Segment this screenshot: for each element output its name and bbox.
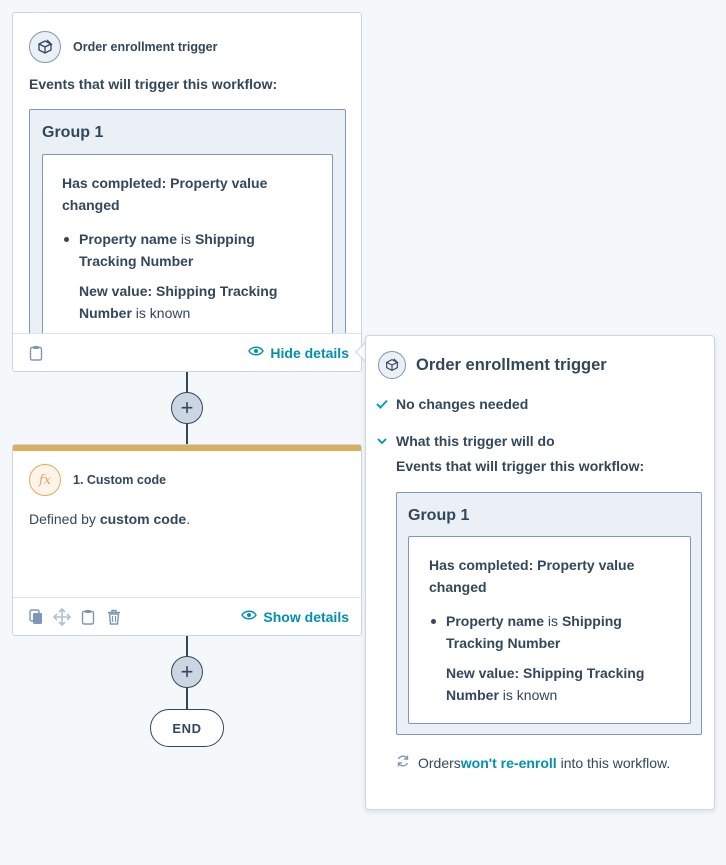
custom-code-card[interactable]: fx 1. Custom code Defined by custom code… [12, 444, 362, 636]
order-box-icon [29, 31, 61, 63]
section-toggle[interactable]: What this trigger will do [376, 433, 555, 449]
code-card-description: Defined by custom code. [29, 511, 191, 527]
group-title: Group 1 [408, 507, 470, 524]
clipboard-icon[interactable] [27, 344, 45, 362]
popover-title: Order enrollment trigger [416, 355, 607, 374]
hide-details-label: Hide details [270, 344, 349, 361]
reenroll-suffix: into this workflow. [556, 754, 671, 771]
add-action-button[interactable]: + [171, 392, 203, 424]
filter-new-value: New value: Shipping Tracking Number is k… [446, 665, 645, 703]
section-label: What this trigger will do [396, 433, 555, 449]
status-row: No changes needed [376, 396, 528, 412]
reenroll-prefix: Orders [418, 754, 461, 771]
trigger-group: Group 1 Has completed: Property value ch… [29, 109, 346, 371]
bullet-dot [431, 619, 436, 624]
status-text: No changes needed [396, 396, 529, 412]
show-details-label: Show details [263, 608, 349, 625]
filter-heading: Has completed: Property value changed [429, 557, 635, 595]
popover-header: Order enrollment trigger [378, 351, 607, 379]
enrollment-trigger-card[interactable]: Order enrollment trigger Events that wil… [12, 12, 362, 372]
eye-icon [241, 608, 258, 626]
check-icon [376, 396, 388, 412]
filter-box: Has completed: Property value changed Pr… [408, 536, 691, 724]
code-card-footer: Show details [13, 597, 361, 635]
clipboard-icon[interactable] [79, 608, 97, 626]
reenroll-note: Orders won't re-enroll into this workflo… [396, 754, 670, 771]
move-icon[interactable] [53, 607, 71, 626]
group-title: Group 1 [42, 124, 104, 141]
bullet-dot [64, 237, 69, 242]
hide-details-button[interactable]: Hide details [248, 344, 349, 362]
refresh-icon [396, 754, 410, 771]
filter-condition: Property name is Shipping Tracking Numbe… [79, 231, 255, 269]
reenroll-link[interactable]: won't re-enroll [461, 755, 557, 771]
trigger-card-header: Order enrollment trigger [29, 31, 217, 63]
trigger-card-footer: Hide details [13, 333, 361, 371]
filter-new-value: New value: Shipping Tracking Number is k… [79, 283, 278, 321]
filter-heading: Has completed: Property value changed [62, 175, 268, 213]
copy-icon[interactable] [27, 608, 45, 626]
eye-icon [248, 344, 265, 362]
filter-condition: Property name is Shipping Tracking Numbe… [446, 613, 622, 651]
show-details-button[interactable]: Show details [241, 608, 349, 626]
action-accent-bar [13, 445, 361, 451]
trigger-details-popover: Order enrollment trigger No changes need… [365, 335, 715, 810]
chevron-down-icon [376, 433, 388, 449]
add-action-button[interactable]: + [171, 656, 203, 688]
fx-icon: fx [29, 464, 61, 496]
code-card-header: fx 1. Custom code [29, 464, 166, 496]
trigger-card-title: Order enrollment trigger [73, 40, 218, 54]
code-card-title: 1. Custom code [73, 473, 167, 487]
order-box-icon [378, 351, 406, 379]
end-node: END [150, 709, 224, 747]
events-label: Events that will trigger this workflow: [396, 458, 645, 474]
trash-icon[interactable] [105, 608, 123, 626]
trigger-group: Group 1 Has completed: Property value ch… [396, 492, 702, 735]
events-label: Events that will trigger this workflow: [29, 76, 278, 92]
